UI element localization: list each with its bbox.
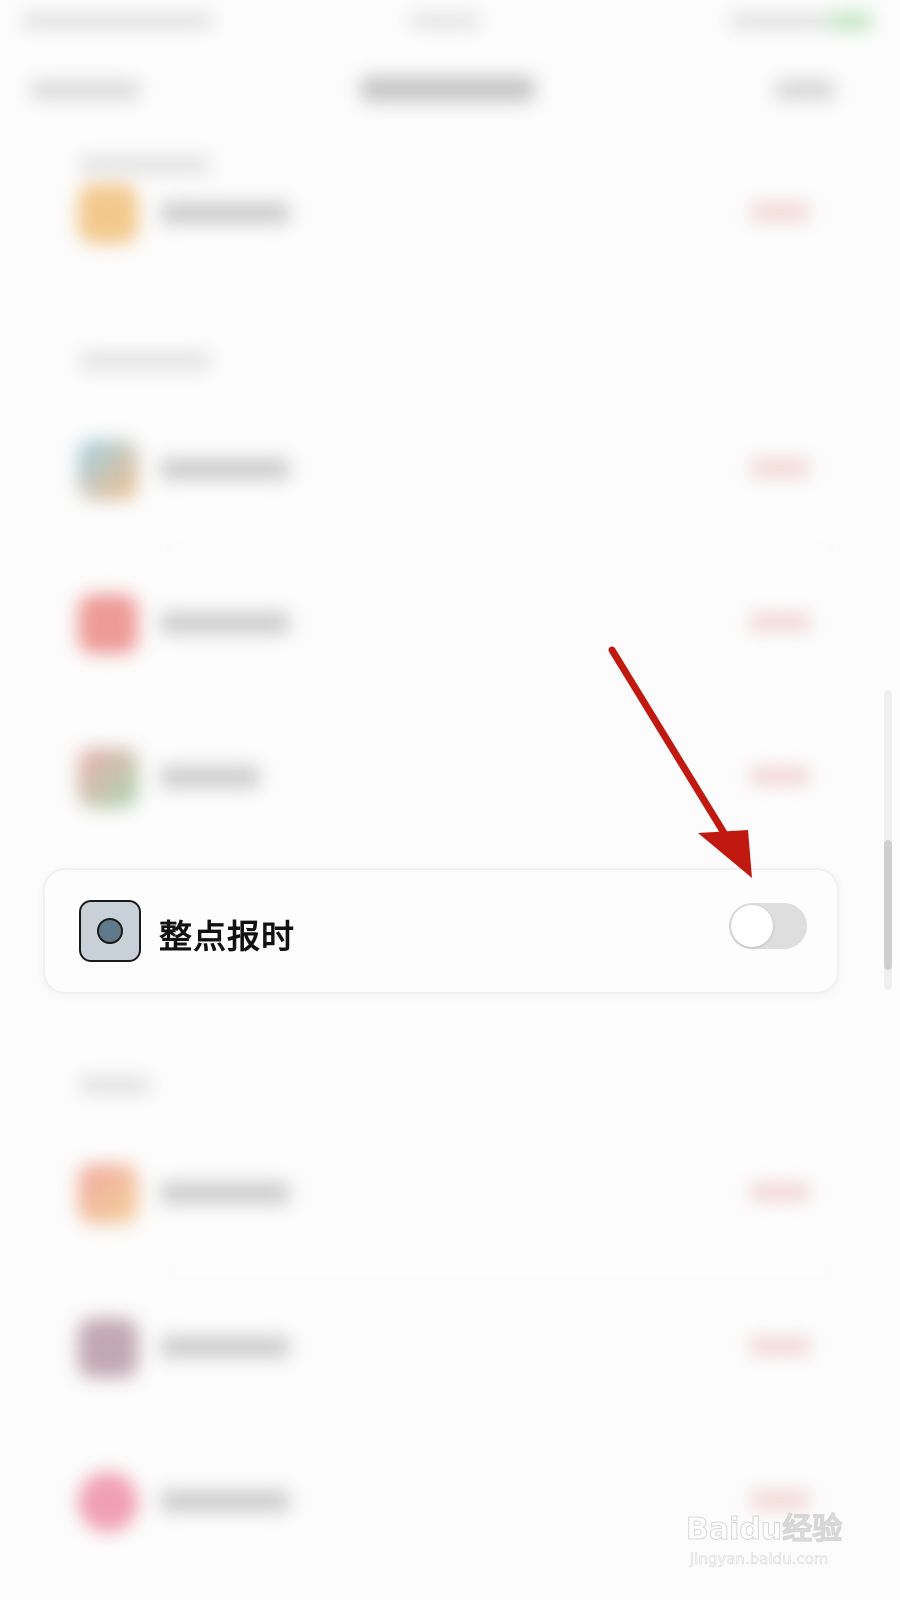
divider: [160, 548, 840, 550]
status-bar: [0, 0, 900, 44]
back-button[interactable]: [30, 80, 140, 100]
row-value: [750, 1184, 810, 1200]
row-label: [160, 766, 260, 788]
settings-row[interactable]: [60, 1306, 840, 1386]
scrollbar[interactable]: [884, 690, 892, 990]
nav-action-button[interactable]: [775, 80, 835, 100]
app-icon: [78, 594, 138, 654]
row-label: [160, 612, 290, 634]
divider: [160, 1272, 840, 1274]
app-icon: [78, 184, 138, 244]
row-value: [750, 1338, 810, 1354]
settings-row[interactable]: [60, 582, 840, 662]
baidu-watermark: Baidu经验 jingyan.baidu.com: [685, 1490, 846, 1580]
settings-row[interactable]: [60, 1152, 840, 1232]
watermark-url: jingyan.baidu.com: [690, 1550, 829, 1569]
row-value: [750, 460, 810, 476]
scrollbar-thumb[interactable]: [884, 840, 892, 970]
row-label: [160, 1336, 290, 1358]
app-icon: [78, 1318, 138, 1378]
hourly-chime-setting-card[interactable]: 整点报时: [43, 868, 839, 994]
app-icon: [78, 1472, 138, 1532]
app-icon: [78, 748, 138, 808]
row-label: [160, 202, 290, 224]
row-value: [750, 768, 810, 784]
app-icon: [78, 1164, 138, 1224]
row-label: [160, 1490, 290, 1512]
record-dot-icon: [79, 900, 141, 962]
watermark-brand: Baidu经验: [685, 1512, 843, 1548]
status-center: [410, 14, 480, 28]
settings-row[interactable]: [60, 736, 840, 816]
row-label: [160, 458, 290, 480]
page-title: [360, 76, 535, 102]
status-signal: [730, 14, 830, 28]
status-time: [22, 14, 212, 28]
settings-row[interactable]: [60, 428, 840, 508]
section-header: [80, 1076, 150, 1094]
battery-icon: [830, 12, 872, 30]
app-icon: [78, 440, 138, 500]
icon-dot: [97, 918, 123, 944]
row-value: [750, 204, 810, 220]
section-header: [80, 352, 210, 370]
settings-row[interactable]: [60, 172, 840, 252]
setting-label: 整点报时: [159, 917, 295, 956]
row-label: [160, 1182, 290, 1204]
settings-screen: 整点报时 Baidu经验 jingyan.baidu.com: [0, 0, 900, 1600]
hourly-chime-toggle[interactable]: [729, 903, 807, 949]
row-value: [750, 614, 810, 630]
toggle-knob: [731, 905, 773, 947]
blurred-background: [0, 0, 900, 1600]
